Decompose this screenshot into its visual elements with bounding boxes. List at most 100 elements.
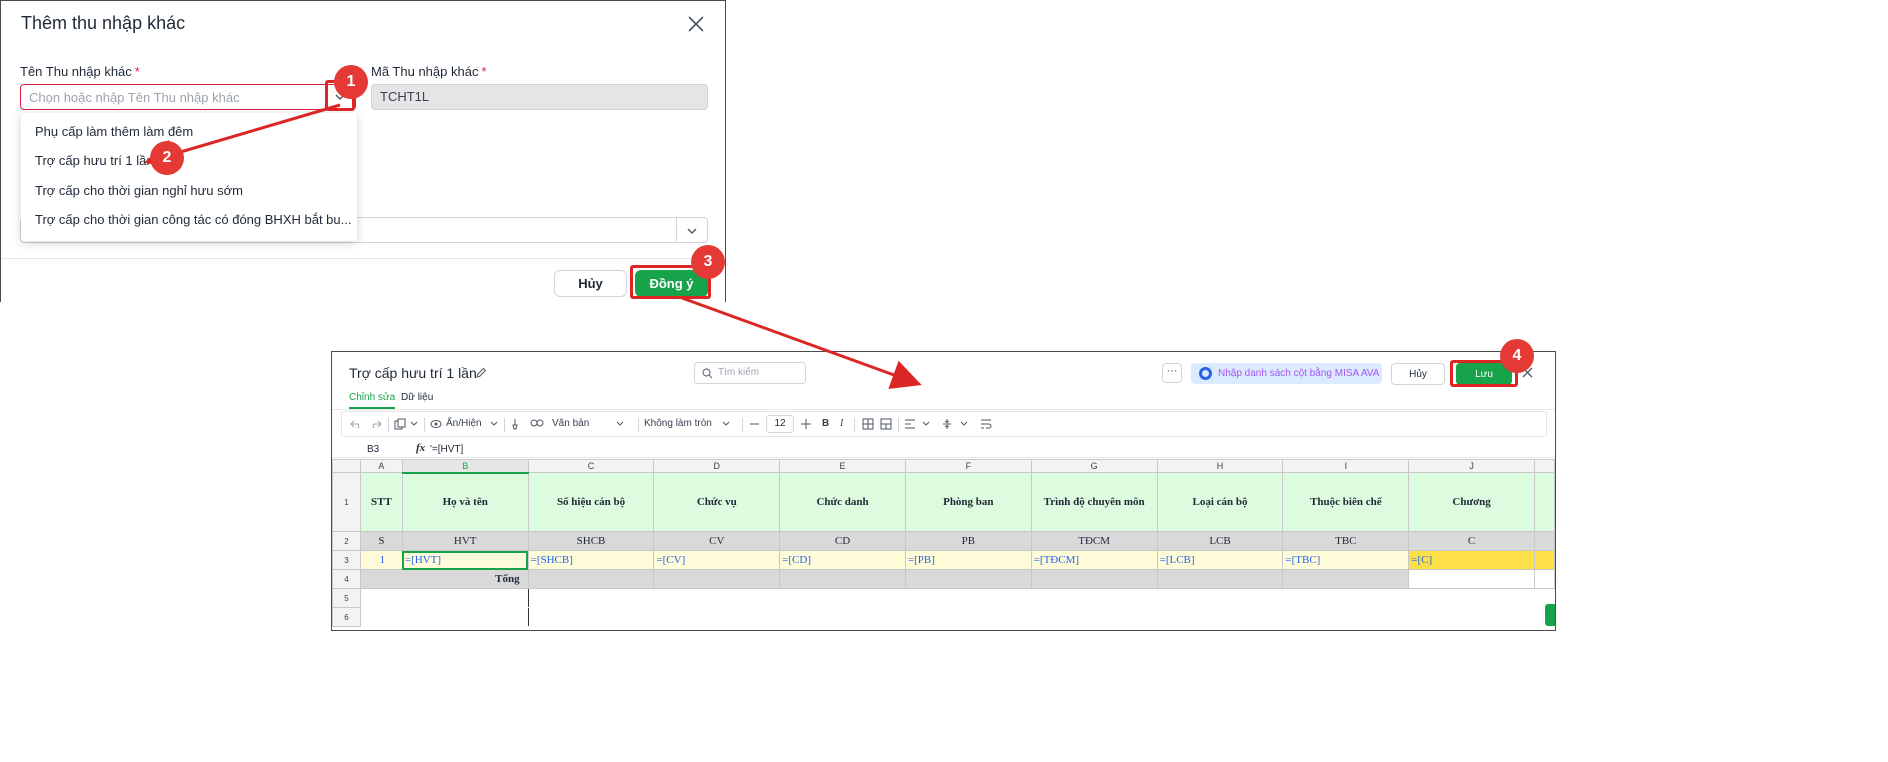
chevron-down-icon[interactable] [616, 421, 624, 427]
total-cell[interactable] [1156, 569, 1284, 589]
formula-cell[interactable]: =[TBC] [1282, 550, 1410, 570]
row-header[interactable]: 6 [332, 607, 361, 627]
row-header[interactable]: 5 [332, 588, 361, 608]
formula-input[interactable]: '=[HVT] [430, 444, 463, 455]
column-header[interactable]: F [904, 459, 1032, 473]
undo-icon[interactable] [350, 419, 362, 429]
side-panel-toggle[interactable] [1545, 604, 1555, 626]
total-cell[interactable] [653, 569, 781, 589]
eye-icon [430, 420, 442, 428]
total-cell[interactable] [1282, 569, 1410, 589]
dropdown-item[interactable]: Phụ cấp làm thêm làm đêm [35, 124, 193, 139]
pencil-icon[interactable] [475, 367, 487, 379]
misa-ava-button[interactable]: Nhập danh sách cột bằng MISA AVA [1191, 363, 1382, 384]
dropdown-item[interactable]: Trợ cấp cho thời gian công tác có đóng B… [35, 212, 351, 227]
column-header[interactable]: I [1282, 459, 1410, 473]
row-header[interactable]: 4 [332, 569, 361, 589]
header-cell[interactable]: STT [359, 472, 403, 532]
italic-button[interactable]: I [840, 418, 843, 429]
redo-icon[interactable] [370, 419, 382, 429]
column-header[interactable]: E [779, 459, 906, 473]
dropdown-item[interactable]: Trợ cấp hưu trí 1 lần [35, 153, 154, 168]
merge-cells-icon[interactable] [880, 418, 892, 430]
tab-data[interactable]: Dữ liệu [401, 392, 433, 403]
formula-cell[interactable]: =[SHCB] [527, 550, 655, 570]
sheet-cancel-button[interactable]: Hủy [1391, 363, 1445, 385]
wrap-text-icon[interactable] [980, 419, 992, 429]
copy-icon[interactable] [394, 418, 406, 430]
chevron-down-icon[interactable] [722, 421, 730, 427]
row-header[interactable]: 2 [332, 531, 361, 551]
select-all-corner[interactable] [332, 459, 361, 473]
header-cell[interactable]: Số hiệu cán bộ [527, 472, 655, 532]
code-cell[interactable]: TBC [1282, 531, 1410, 551]
formula-row: 3 1 =[HVT] =[SHCB] =[CV] =[CD] =[PB] =[T… [332, 550, 1555, 570]
formula-cell[interactable]: =[CD] [779, 550, 906, 570]
code-cell[interactable]: PB [904, 531, 1032, 551]
total-cell[interactable] [904, 569, 1032, 589]
tab-edit[interactable]: Chỉnh sửa [349, 392, 396, 409]
required-mark: * [481, 64, 487, 79]
code-cell[interactable]: CV [653, 531, 781, 551]
column-header[interactable]: A [359, 459, 403, 473]
formula-cell[interactable]: =[CV] [653, 550, 781, 570]
fill-color-icon[interactable] [510, 418, 520, 430]
header-cell[interactable]: Trình độ chuyên môn [1030, 472, 1158, 532]
align-left-icon[interactable] [904, 419, 916, 429]
code-cell[interactable]: TĐCM [1030, 531, 1158, 551]
header-cell[interactable]: Chức danh [779, 472, 906, 532]
header-cell[interactable]: Họ và tên [401, 472, 529, 532]
header-cell[interactable]: Thuộc biên chế [1282, 472, 1410, 532]
chevron-down-icon[interactable] [686, 225, 698, 237]
total-cell[interactable] [527, 569, 655, 589]
total-cell[interactable] [1408, 569, 1535, 589]
formula-cell[interactable]: =[PB] [904, 550, 1032, 570]
chevron-down-icon[interactable] [410, 421, 418, 427]
row-header[interactable]: 3 [332, 550, 361, 570]
fx-icon: fx [416, 442, 426, 454]
column-header[interactable]: B [401, 459, 529, 474]
column-header[interactable]: J [1408, 459, 1535, 473]
formula-cell[interactable]: =[TĐCM] [1030, 550, 1158, 570]
code-cell[interactable]: SHCB [527, 531, 655, 551]
column-header[interactable]: H [1156, 459, 1284, 473]
rounding-select[interactable]: Không làm tròn [644, 418, 712, 429]
code-cell[interactable]: C [1408, 531, 1535, 551]
cancel-button[interactable]: Hủy [554, 270, 627, 297]
code-cell[interactable]: HVT [401, 531, 529, 551]
column-header[interactable]: C [527, 459, 655, 473]
formula-cell-selected[interactable]: =[HVT] [401, 550, 529, 570]
total-cell[interactable] [779, 569, 906, 589]
more-options-button[interactable]: ··· [1162, 363, 1182, 383]
header-cell[interactable]: Loại cán bộ [1156, 472, 1284, 532]
column-header[interactable]: D [653, 459, 781, 473]
header-cell[interactable]: Chức vụ [653, 472, 781, 532]
bold-button[interactable]: B [822, 418, 829, 429]
code-cell[interactable]: S [359, 531, 403, 551]
close-icon[interactable] [687, 15, 705, 33]
header-cell[interactable]: Chương [1408, 472, 1535, 532]
formula-cell[interactable]: 1 [359, 550, 403, 570]
show-hide-menu[interactable]: Ẩn/Hiện [446, 418, 482, 429]
column-header[interactable]: G [1030, 459, 1158, 473]
total-row: 4 Tổng [332, 569, 1555, 589]
chevron-down-icon[interactable] [922, 421, 930, 427]
row-header[interactable]: 1 [332, 472, 361, 532]
font-size-input[interactable]: 12 [766, 415, 794, 433]
vertical-align-icon[interactable] [942, 418, 952, 430]
border-icon[interactable] [862, 418, 874, 430]
formula-cell[interactable]: =[LCB] [1156, 550, 1284, 570]
minus-icon[interactable] [750, 423, 759, 425]
chevron-down-icon[interactable] [960, 421, 968, 427]
total-cell[interactable] [1030, 569, 1158, 589]
chevron-down-icon[interactable] [490, 421, 498, 427]
name-input[interactable] [20, 84, 356, 110]
header-cell[interactable]: Phòng ban [904, 472, 1032, 532]
code-cell[interactable]: CD [779, 531, 906, 551]
search-input[interactable]: Tìm kiếm [694, 362, 806, 384]
plus-icon[interactable] [801, 419, 811, 429]
formula-cell[interactable]: =[C] [1408, 550, 1535, 570]
dropdown-item[interactable]: Trợ cấp cho thời gian nghỉ hưu sớm [35, 183, 243, 198]
data-format-select[interactable]: Văn bản [552, 418, 589, 429]
code-cell[interactable]: LCB [1156, 531, 1284, 551]
